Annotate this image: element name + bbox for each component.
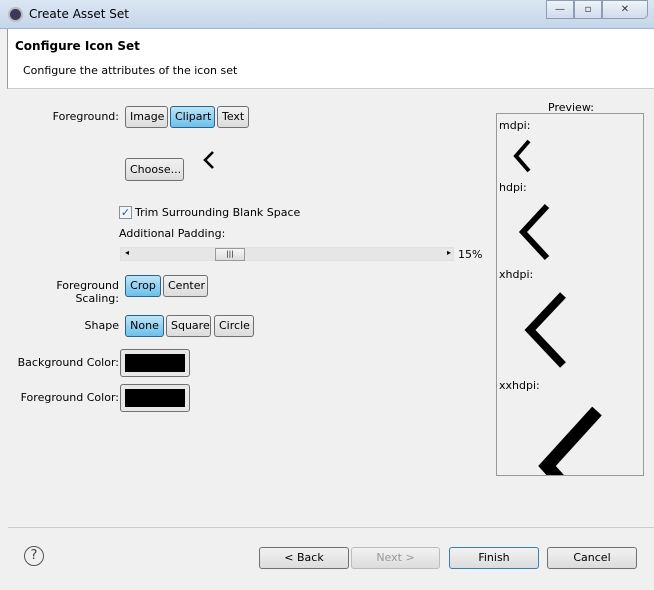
scaling-crop-button[interactable]: Crop [125, 275, 161, 297]
preview-xhdpi-chevron-icon [524, 292, 566, 368]
shape-circle-button[interactable]: Circle [214, 315, 254, 337]
preview-mdpi-chevron-icon [513, 139, 531, 173]
foreground-clipart-button[interactable]: Clipart [170, 106, 215, 128]
trim-label: Trim Surrounding Blank Space [135, 206, 301, 219]
preview-panel: mdpi: hdpi: xhdpi: xxhdpi: [496, 113, 644, 476]
trim-checkbox[interactable]: ✓ [119, 206, 132, 219]
foreground-color-button[interactable] [120, 384, 190, 412]
close-button[interactable]: ✕ [602, 0, 648, 19]
shape-square-button[interactable]: Square [166, 315, 211, 337]
choose-clipart-button[interactable]: Choose... [125, 158, 184, 181]
preview-xxhdpi-chevron-icon [538, 406, 602, 475]
foreground-text-button[interactable]: Text [217, 106, 249, 128]
cancel-button[interactable]: Cancel [547, 547, 637, 569]
page-subtitle: Configure the attributes of the icon set [23, 64, 238, 77]
foreground-label: Foreground: [52, 110, 119, 123]
chevron-left-icon [203, 151, 214, 169]
background-color-button[interactable] [120, 349, 190, 377]
scaling-label: Foreground Scaling: [56, 279, 119, 305]
window-title: Create Asset Set [29, 7, 130, 21]
preview-hdpi-label: hdpi: [499, 181, 527, 194]
scaling-center-button[interactable]: Center [163, 275, 208, 297]
help-icon[interactable]: ? [24, 546, 44, 566]
page-title: Configure Icon Set [15, 39, 140, 53]
slider-right-arrow-icon[interactable]: ▸ [447, 248, 451, 257]
preview-hdpi-chevron-icon [518, 203, 550, 261]
minimize-button[interactable]: — [546, 0, 574, 19]
finish-button[interactable]: Finish [449, 547, 539, 569]
app-icon [8, 7, 23, 22]
preview-xxhdpi-label: xxhdpi: [499, 379, 540, 392]
shape-label: Shape [84, 319, 119, 332]
wizard-header: Configure Icon Set Configure the attribu… [7, 29, 654, 89]
padding-slider[interactable]: ◂ ||| ▸ [120, 247, 454, 261]
title-bar: Create Asset Set — ▫ ✕ [0, 0, 654, 29]
back-button[interactable]: < Back [259, 547, 349, 569]
preview-mdpi-label: mdpi: [499, 119, 531, 132]
foreground-color-label: Foreground Color: [20, 391, 119, 404]
slider-left-arrow-icon[interactable]: ◂ [125, 248, 129, 257]
next-button[interactable]: Next > [351, 547, 440, 569]
preview-xhdpi-label: xhdpi: [499, 268, 534, 281]
background-color-label: Background Color: [17, 356, 119, 369]
padding-label: Additional Padding: [119, 227, 226, 240]
padding-value: 15% [458, 248, 483, 261]
maximize-button[interactable]: ▫ [574, 0, 602, 19]
foreground-image-button[interactable]: Image [125, 106, 168, 128]
footer-divider [8, 527, 654, 528]
slider-thumb[interactable]: ||| [215, 248, 245, 261]
shape-none-button[interactable]: None [125, 315, 164, 337]
